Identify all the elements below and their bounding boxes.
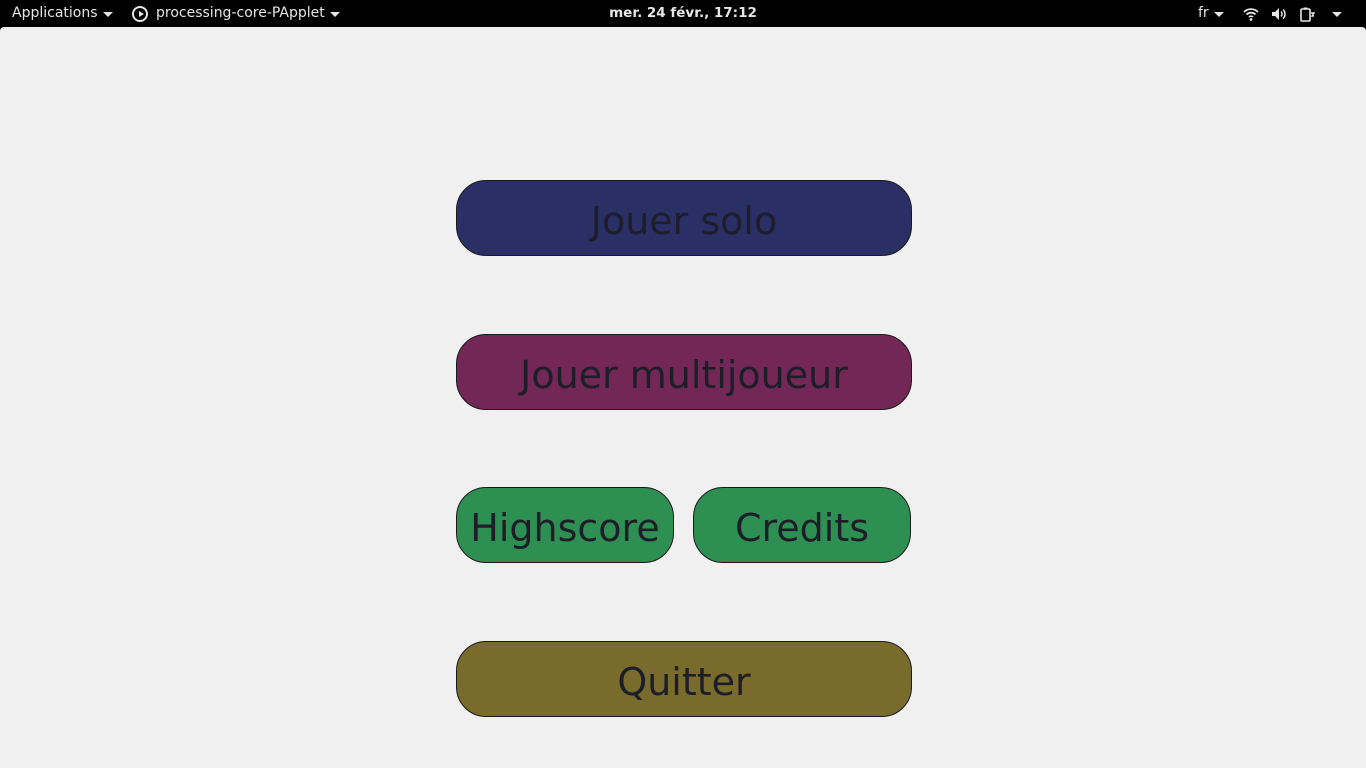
credits-button[interactable]: Credits xyxy=(693,487,911,563)
clock[interactable]: mer. 24 févr., 17:12 xyxy=(0,0,1366,27)
app-window: Jouer solo Jouer multijoueur Highscore C… xyxy=(0,27,1366,768)
play-solo-label: Jouer solo xyxy=(590,199,778,243)
chevron-down-icon xyxy=(1332,11,1342,17)
chevron-down-icon xyxy=(1213,11,1224,17)
highscore-label: Highscore xyxy=(470,506,660,550)
quit-button[interactable]: Quitter xyxy=(456,641,912,717)
highscore-button[interactable]: Highscore xyxy=(456,487,674,563)
language-label: fr xyxy=(1198,5,1209,21)
system-tray[interactable] xyxy=(1243,0,1342,27)
play-multiplayer-label: Jouer multijoueur xyxy=(520,353,848,397)
wifi-icon xyxy=(1243,6,1259,22)
clock-label: mer. 24 févr., 17:12 xyxy=(609,5,757,21)
language-menu[interactable]: fr xyxy=(1198,0,1224,27)
play-solo-button[interactable]: Jouer solo xyxy=(456,180,912,256)
volume-icon xyxy=(1271,6,1287,22)
top-bar: Applications processing-core-PApplet mer… xyxy=(0,0,1366,27)
battery-icon xyxy=(1299,6,1315,22)
credits-label: Credits xyxy=(734,506,870,550)
play-multiplayer-button[interactable]: Jouer multijoueur xyxy=(456,334,912,410)
quit-label: Quitter xyxy=(617,660,751,704)
